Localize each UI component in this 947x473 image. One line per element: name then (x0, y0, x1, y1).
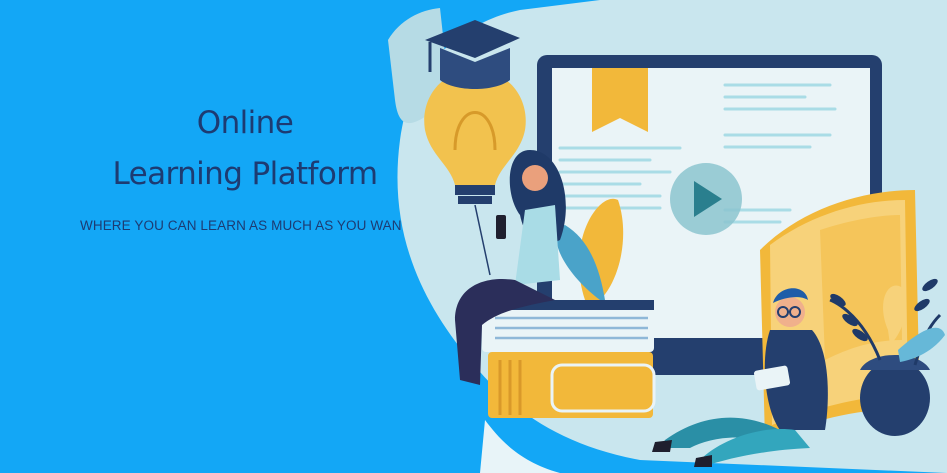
monitor-stand (640, 340, 770, 375)
backdrop-blob-bottom-sliver (480, 420, 560, 473)
book-stack (482, 300, 656, 418)
online-learning-illustration (388, 0, 947, 473)
